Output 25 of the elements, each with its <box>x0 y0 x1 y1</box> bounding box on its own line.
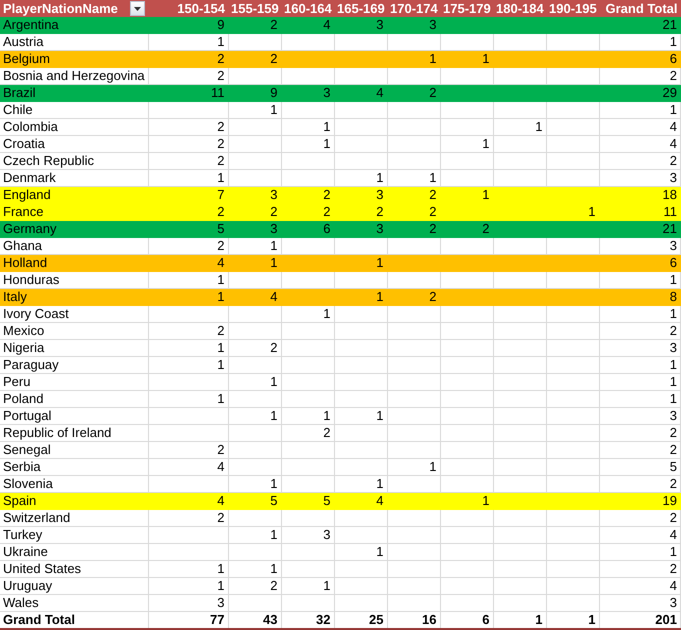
column-header: 170-174 <box>387 0 440 17</box>
column-header: 180-184 <box>493 0 546 17</box>
column-header: 150-154 <box>148 0 228 17</box>
grand-total-label: Grand Total <box>0 612 148 629</box>
total-cell: 6 <box>440 612 493 629</box>
column-header: Grand Total <box>599 0 680 17</box>
count-cell: 3 <box>148 594 228 612</box>
total-cell: 1 <box>546 612 599 629</box>
column-header: 190-195 <box>546 0 599 17</box>
column-header: 155-159 <box>228 0 281 17</box>
total-cell: 201 <box>599 612 680 629</box>
total-cell: 1 <box>493 612 546 629</box>
caret-icon <box>134 6 141 10</box>
column-header: 175-179 <box>440 0 493 17</box>
filter-button[interactable] <box>130 1 145 16</box>
column-header: 165-169 <box>334 0 387 17</box>
total-cell: 16 <box>387 612 440 629</box>
total-cell: 3 <box>599 594 680 612</box>
column-header: 160-164 <box>281 0 334 17</box>
total-cell: 25 <box>334 612 387 629</box>
total-cell: 32 <box>281 612 334 629</box>
total-cell: 77 <box>148 612 228 629</box>
nation-cell: Wales <box>0 594 148 612</box>
column-header: PlayerNationName <box>3 0 118 16</box>
total-cell: 43 <box>228 612 281 629</box>
